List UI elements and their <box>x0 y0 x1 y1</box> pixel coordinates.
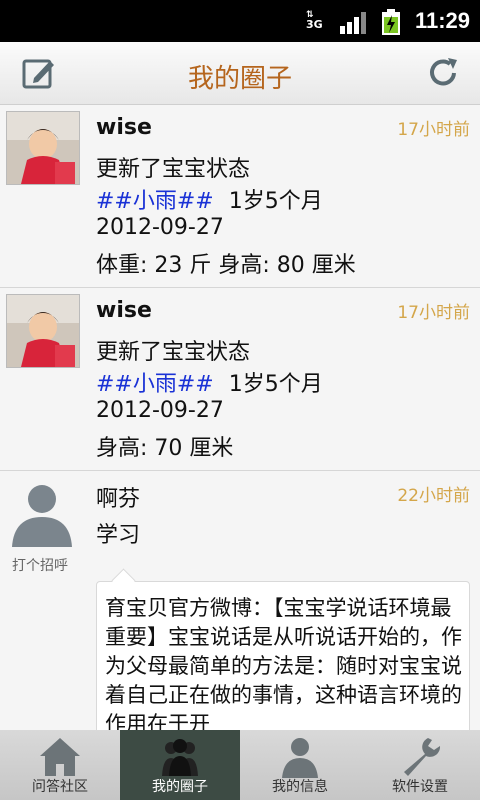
feed-item[interactable]: wise 17小时前 更新了宝宝状态 ##小雨## 1岁5个月 2012-09-… <box>0 105 480 288</box>
greet-button[interactable]: 打个招呼 <box>12 555 68 575</box>
avatar[interactable] <box>6 111 80 185</box>
page-title: 我的圈子 <box>187 64 292 94</box>
bottom-tab-bar: 问答社区 我的圈子 我的信息 软件设置 <box>0 730 480 800</box>
post-time: 22小时前 <box>397 486 470 506</box>
status-bar: ⇅ 3G 11:29 <box>0 0 480 42</box>
wrench-icon <box>404 738 441 776</box>
baby-name-tag[interactable]: ##小雨## <box>96 372 214 397</box>
network-type: ⇅ 3G <box>306 10 323 31</box>
post-date: 2012-09-27 <box>96 215 224 240</box>
feed-item[interactable]: 打个招呼 啊芬 22小时前 学习 育宝贝官方微博：【宝宝学说话环境最重要】宝宝说… <box>0 471 480 730</box>
tab-my-circle[interactable]: 我的圈子 <box>120 730 240 800</box>
tab-qa-community[interactable]: 问答社区 <box>0 730 120 800</box>
tab-label: 我的信息 <box>272 779 328 795</box>
tab-label: 问答社区 <box>32 779 88 795</box>
default-avatar-icon[interactable] <box>6 477 78 549</box>
tab-my-info[interactable]: 我的信息 <box>240 730 360 800</box>
feed-item[interactable]: wise 17小时前 更新了宝宝状态 ##小雨## 1岁5个月 2012-09-… <box>0 288 480 471</box>
post-text: 更新了宝宝状态 <box>96 157 251 182</box>
post-text: 更新了宝宝状态 <box>96 340 251 365</box>
app-header: 我的圈子 <box>0 42 480 105</box>
post-time: 17小时前 <box>397 303 470 323</box>
feed-list[interactable]: wise 17小时前 更新了宝宝状态 ##小雨## 1岁5个月 2012-09-… <box>0 105 480 730</box>
baby-measurements: 体重: 23 斤 身高: 80 厘米 <box>96 253 356 278</box>
refresh-icon[interactable] <box>426 56 460 90</box>
quoted-post[interactable]: 育宝贝官方微博：【宝宝学说话环境最重要】宝宝说话是从听说话开始的，作为父母最简单… <box>96 568 470 730</box>
signal-icon <box>340 12 366 34</box>
username[interactable]: 啊芬 <box>96 481 140 513</box>
people-icon <box>162 739 198 776</box>
post-date: 2012-09-27 <box>96 398 224 423</box>
baby-measurements: 身高: 70 厘米 <box>96 436 234 461</box>
battery-charging-icon <box>382 9 400 35</box>
house-icon <box>40 738 80 776</box>
baby-info: ##小雨## 1岁5个月 <box>96 366 323 398</box>
quote-pointer <box>111 568 136 593</box>
post-text: 学习 <box>96 523 141 548</box>
tab-settings[interactable]: 软件设置 <box>360 730 480 800</box>
baby-info: ##小雨## 1岁5个月 <box>96 183 323 215</box>
baby-name-tag[interactable]: ##小雨## <box>96 189 214 214</box>
post-time: 17小时前 <box>397 120 470 140</box>
clock: 11:29 <box>414 8 470 33</box>
username[interactable]: wise <box>96 115 152 140</box>
baby-age: 1岁5个月 <box>228 372 323 397</box>
person-icon <box>282 738 318 778</box>
quoted-text: 育宝贝官方微博：【宝宝学说话环境最重要】宝宝说话是从听说话开始的，作为父母最简单… <box>105 596 462 730</box>
username[interactable]: wise <box>96 298 152 323</box>
avatar[interactable] <box>6 294 80 368</box>
baby-age: 1岁5个月 <box>228 189 323 214</box>
tab-label: 软件设置 <box>392 779 448 795</box>
tab-label: 我的圈子 <box>152 779 208 795</box>
